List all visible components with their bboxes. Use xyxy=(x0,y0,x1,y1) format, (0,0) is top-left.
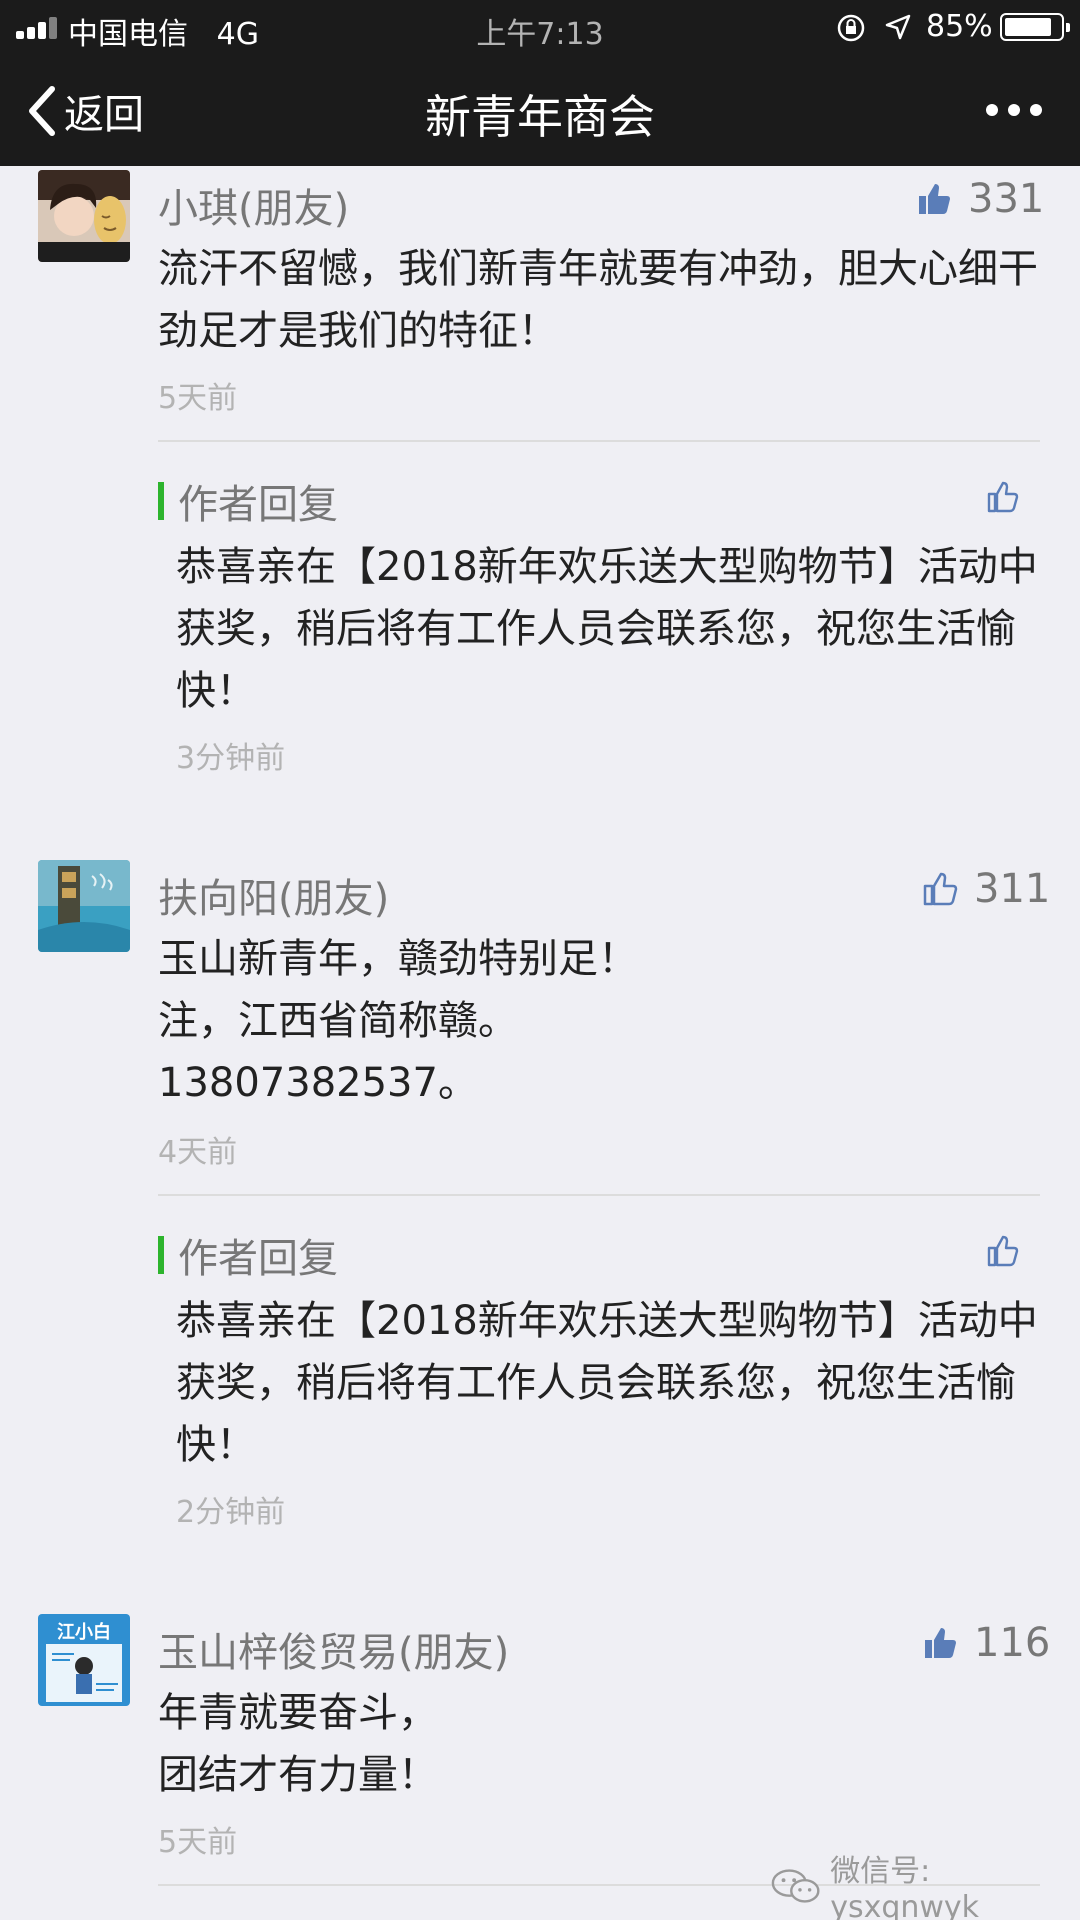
rotation-lock-icon xyxy=(837,14,865,42)
comment-nickname[interactable]: 扶向阳(朋友) xyxy=(158,866,389,924)
battery-percent: 85% xyxy=(926,9,993,44)
status-bar: 中国电信 4G 上午7:13 85% xyxy=(0,0,1080,54)
reply-label: 作者回复 xyxy=(178,482,338,528)
comment-list: 小琪(朋友) 331 流汗不留憾，我们新青年就要有冲劲，胆大心细干劲足才是我们的… xyxy=(0,166,1080,1920)
wechat-icon xyxy=(771,1868,820,1903)
watermark-text: 微信号: ysxqnwyk xyxy=(830,1854,980,1920)
like-button[interactable]: 331 xyxy=(916,176,1044,222)
reply-header: 作者回复 xyxy=(158,1226,338,1284)
thumbs-up-outline-icon[interactable] xyxy=(986,480,1020,514)
like-count: 331 xyxy=(968,176,1045,222)
location-icon xyxy=(885,14,911,40)
reply-text: 恭喜亲在【2018新年欢乐送大型购物节】活动中获奖，稍后将有工作人员会联系您，祝… xyxy=(176,1298,1038,1468)
avatar-brand-text: 江小白 xyxy=(57,1621,111,1643)
comment-text: 流汗不留憾，我们新青年就要有冲劲，胆大心细干劲足才是我们的特征！ xyxy=(158,246,1038,354)
comment-time: 4天前 xyxy=(158,1135,238,1170)
comment-text: 玉山新青年，赣劲特别足！ 注，江西省简称赣。 13807382537。 xyxy=(158,936,638,1106)
comment-time: 5天前 xyxy=(158,381,238,416)
avatar[interactable]: 江小白 xyxy=(38,1614,130,1706)
reply-text: 恭喜亲在【2018新年欢乐送大型购物节】活动中获奖，稍后将有工作人员会联系您，祝… xyxy=(176,544,1038,714)
reply-header: 作者回复 xyxy=(158,472,338,530)
page-title: 新青年商会 xyxy=(425,90,655,144)
reply-accent-bar xyxy=(158,1236,164,1274)
reply-time: 2分钟前 xyxy=(176,1495,286,1530)
like-button[interactable]: 116 xyxy=(922,1620,1050,1666)
battery-icon xyxy=(1000,13,1070,41)
comment-nickname[interactable]: 玉山梓俊贸易(朋友) xyxy=(158,1620,509,1678)
thumbs-up-outline-icon xyxy=(923,872,958,906)
thumbs-up-icon xyxy=(919,184,950,214)
divider xyxy=(158,440,1040,442)
reply-time: 3分钟前 xyxy=(176,741,286,776)
divider xyxy=(158,1194,1040,1196)
reply-accent-bar xyxy=(158,482,164,520)
status-time: 上午7:13 xyxy=(476,17,604,52)
like-count: 311 xyxy=(974,866,1051,912)
like-button[interactable]: 311 xyxy=(922,866,1050,912)
thumbs-up-outline-icon[interactable] xyxy=(986,1234,1020,1268)
thumbs-up-icon xyxy=(925,1628,956,1658)
watermark: 微信号: ysxqnwyk xyxy=(770,1846,1080,1920)
comment-time: 5天前 xyxy=(158,1825,238,1860)
avatar[interactable] xyxy=(38,860,130,952)
comment-text: 年青就要奋斗， 团结才有力量！ xyxy=(158,1690,438,1798)
reply-label: 作者回复 xyxy=(178,1236,338,1282)
more-icon[interactable] xyxy=(984,100,1044,120)
comment-nickname[interactable]: 小琪(朋友) xyxy=(158,176,349,234)
avatar[interactable] xyxy=(38,170,130,262)
nav-bar: 返回 新青年商会 xyxy=(0,54,1080,166)
like-count: 116 xyxy=(974,1620,1051,1666)
